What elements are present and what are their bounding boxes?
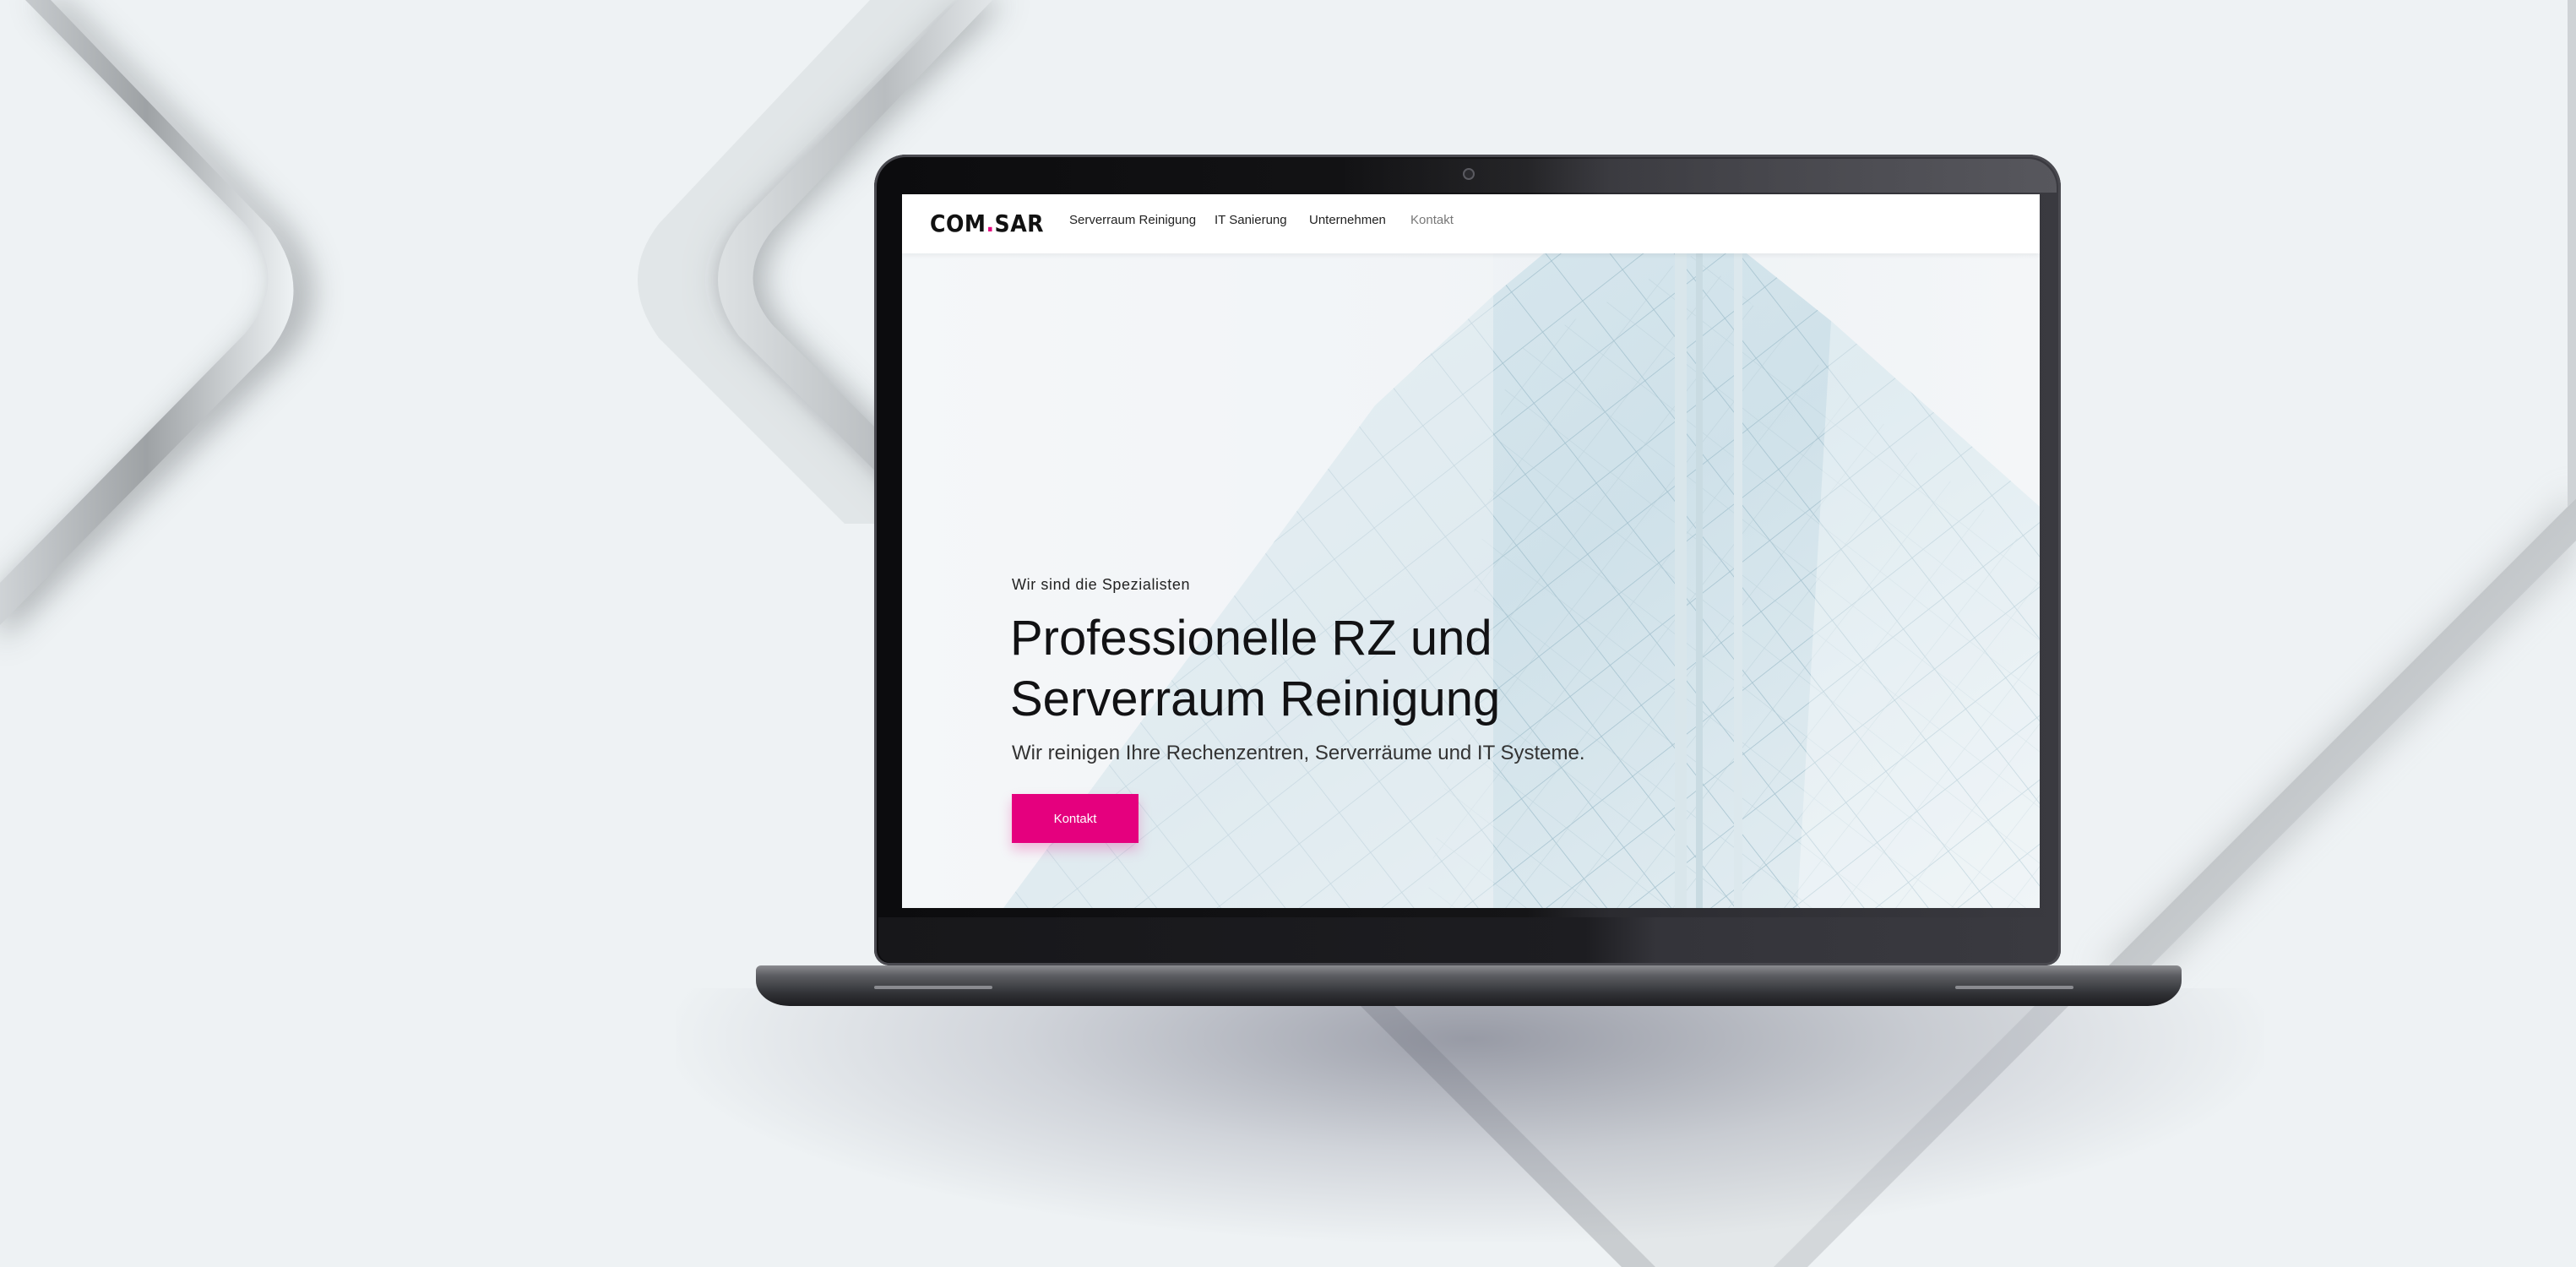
- lid-glare: [1343, 159, 2057, 193]
- hero-eyebrow: Wir sind die Spezialisten: [1012, 576, 1191, 593]
- mockup-scene: COM.SAR Serverraum Reinigung IT Sanierun…: [0, 0, 2576, 1267]
- nav-link-it-sanierung[interactable]: IT Sanierung: [1215, 213, 1287, 227]
- hero-headline-line1: Professionelle RZ und: [1010, 611, 1492, 666]
- kontakt-button[interactable]: Kontakt: [1012, 794, 1139, 843]
- camera-icon: [1463, 168, 1475, 180]
- website-screen: COM.SAR Serverraum Reinigung IT Sanierun…: [902, 194, 2040, 908]
- laptop-shadow: [676, 988, 2264, 1242]
- logo-dot: .: [986, 209, 995, 237]
- nav-link-unternehmen[interactable]: Unternehmen: [1309, 213, 1386, 227]
- base-hinge-right: [1955, 986, 2073, 989]
- hero-subline: Wir reinigen Ihre Rechenzentren, Serverr…: [1012, 742, 1585, 764]
- lid-bottom-bezel: [878, 917, 2057, 963]
- logo[interactable]: COM.SAR: [930, 209, 1044, 237]
- logo-text-left: COM: [930, 209, 986, 237]
- base-hinge-left: [874, 986, 992, 989]
- hero-headline-line2: Serverraum Reinigung: [1010, 672, 1501, 726]
- hero-headline: Professionelle RZ und Serverraum Reinigu…: [1010, 608, 1770, 730]
- nav-link-serverraum-reinigung[interactable]: Serverraum Reinigung: [1069, 213, 1196, 227]
- navigation-bar: COM.SAR Serverraum Reinigung IT Sanierun…: [902, 194, 2040, 253]
- nav-link-kontakt[interactable]: Kontakt: [1410, 213, 1454, 227]
- logo-text-right: SAR: [994, 209, 1045, 237]
